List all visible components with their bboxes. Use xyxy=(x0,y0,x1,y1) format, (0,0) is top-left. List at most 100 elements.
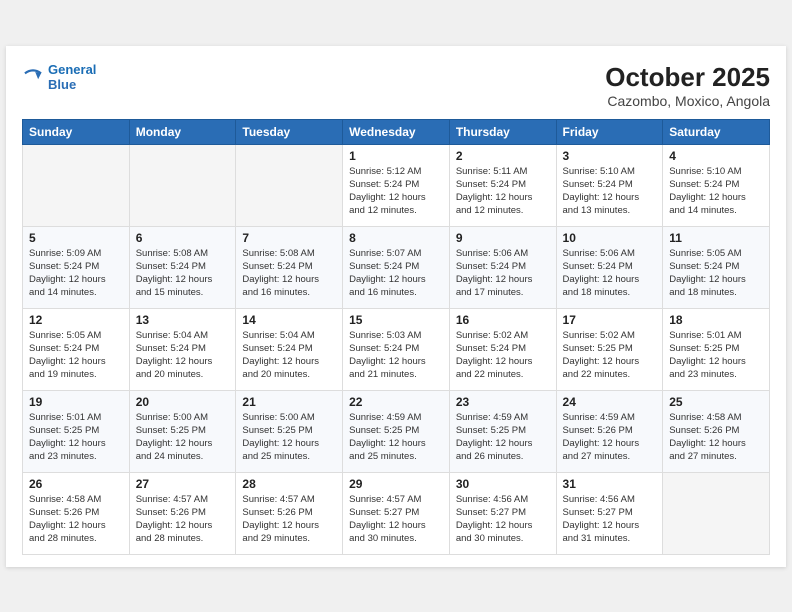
day-number: 26 xyxy=(29,477,123,491)
day-number: 27 xyxy=(136,477,230,491)
day-number: 30 xyxy=(456,477,550,491)
calendar-cell: 17 Sunrise: 5:02 AMSunset: 5:25 PMDayligh… xyxy=(556,308,663,390)
calendar-cell: 15 Sunrise: 5:03 AMSunset: 5:24 PMDayligh… xyxy=(343,308,450,390)
day-number: 18 xyxy=(669,313,763,327)
calendar-cell: 9 Sunrise: 5:06 AMSunset: 5:24 PMDaylight… xyxy=(449,226,556,308)
day-info: Sunrise: 4:59 AMSunset: 5:26 PMDaylight:… xyxy=(563,411,657,464)
day-info: Sunrise: 5:02 AMSunset: 5:24 PMDaylight:… xyxy=(456,329,550,382)
day-number: 14 xyxy=(242,313,336,327)
day-info: Sunrise: 5:03 AMSunset: 5:24 PMDaylight:… xyxy=(349,329,443,382)
day-number: 23 xyxy=(456,395,550,409)
day-number: 8 xyxy=(349,231,443,245)
day-number: 3 xyxy=(563,149,657,163)
day-info: Sunrise: 4:56 AMSunset: 5:27 PMDaylight:… xyxy=(563,493,657,546)
day-number: 31 xyxy=(563,477,657,491)
calendar-table: SundayMondayTuesdayWednesdayThursdayFrid… xyxy=(22,119,770,555)
calendar-cell: 25Sunrise: 4:58 AMSunset: 5:26 PMDayligh… xyxy=(663,390,770,472)
day-number: 11 xyxy=(669,231,763,245)
day-info: Sunrise: 5:09 AMSunset: 5:24 PMDaylight:… xyxy=(29,247,123,300)
calendar-cell: 29 Sunrise: 4:57 AMSunset: 5:27 PMDayligh… xyxy=(343,472,450,554)
day-number: 17 xyxy=(563,313,657,327)
day-number: 24 xyxy=(563,395,657,409)
day-number: 6 xyxy=(136,231,230,245)
day-info: Sunrise: 5:04 AMSunset: 5:24 PMDaylight:… xyxy=(242,329,336,382)
day-info: Sunrise: 5:12 AMSunset: 5:24 PMDaylight:… xyxy=(349,165,443,218)
calendar-cell: 1 Sunrise: 5:12 AMSunset: 5:24 PMDaylight… xyxy=(343,144,450,226)
calendar-cell: 16 Sunrise: 5:02 AMSunset: 5:24 PMDayligh… xyxy=(449,308,556,390)
calendar-cell: 13 Sunrise: 5:04 AMSunset: 5:24 PMDayligh… xyxy=(129,308,236,390)
day-info: Sunrise: 5:00 AMSunset: 5:25 PMDaylight:… xyxy=(136,411,230,464)
header-day-saturday: Saturday xyxy=(663,119,770,144)
logo-line2: Blue xyxy=(48,77,76,92)
calendar-cell: 7Sunrise: 5:08 AMSunset: 5:24 PMDaylight… xyxy=(236,226,343,308)
day-number: 29 xyxy=(349,477,443,491)
week-row-1: 1 Sunrise: 5:12 AMSunset: 5:24 PMDaylight… xyxy=(23,144,770,226)
week-row-5: 26 Sunrise: 4:58 AMSunset: 5:26 PMDayligh… xyxy=(23,472,770,554)
calendar-cell: 12Sunrise: 5:05 AMSunset: 5:24 PMDayligh… xyxy=(23,308,130,390)
calendar-cell: 8Sunrise: 5:07 AMSunset: 5:24 PMDaylight… xyxy=(343,226,450,308)
day-number: 1 xyxy=(349,149,443,163)
logo-text: General Blue xyxy=(48,62,96,93)
day-info: Sunrise: 5:08 AMSunset: 5:24 PMDaylight:… xyxy=(136,247,230,300)
calendar-cell xyxy=(663,472,770,554)
day-info: Sunrise: 4:57 AMSunset: 5:26 PMDaylight:… xyxy=(136,493,230,546)
calendar-cell: 26 Sunrise: 4:58 AMSunset: 5:26 PMDayligh… xyxy=(23,472,130,554)
day-info: Sunrise: 4:57 AMSunset: 5:27 PMDaylight:… xyxy=(349,493,443,546)
day-info: Sunrise: 5:05 AMSunset: 5:24 PMDaylight:… xyxy=(669,247,763,300)
week-row-3: 12Sunrise: 5:05 AMSunset: 5:24 PMDayligh… xyxy=(23,308,770,390)
calendar-cell: 19 Sunrise: 5:01 AMSunset: 5:25 PMDayligh… xyxy=(23,390,130,472)
day-info: Sunrise: 4:59 AMSunset: 5:25 PMDaylight:… xyxy=(349,411,443,464)
day-number: 16 xyxy=(456,313,550,327)
day-info: Sunrise: 5:08 AMSunset: 5:24 PMDaylight:… xyxy=(242,247,336,300)
day-number: 4 xyxy=(669,149,763,163)
day-number: 20 xyxy=(136,395,230,409)
day-info: Sunrise: 5:04 AMSunset: 5:24 PMDaylight:… xyxy=(136,329,230,382)
day-info: Sunrise: 4:57 AMSunset: 5:26 PMDaylight:… xyxy=(242,493,336,546)
calendar-cell: 27 Sunrise: 4:57 AMSunset: 5:26 PMDayligh… xyxy=(129,472,236,554)
day-number: 5 xyxy=(29,231,123,245)
day-number: 25 xyxy=(669,395,763,409)
week-row-4: 19 Sunrise: 5:01 AMSunset: 5:25 PMDayligh… xyxy=(23,390,770,472)
calendar-cell: 30 Sunrise: 4:56 AMSunset: 5:27 PMDayligh… xyxy=(449,472,556,554)
calendar-cell: 3 Sunrise: 5:10 AMSunset: 5:24 PMDaylight… xyxy=(556,144,663,226)
calendar-cell xyxy=(23,144,130,226)
calendar-cell xyxy=(129,144,236,226)
title-block: October 2025 Cazombo, Moxico, Angola xyxy=(605,62,770,109)
calendar-cell: 31 Sunrise: 4:56 AMSunset: 5:27 PMDayligh… xyxy=(556,472,663,554)
day-info: Sunrise: 4:56 AMSunset: 5:27 PMDaylight:… xyxy=(456,493,550,546)
day-number: 28 xyxy=(242,477,336,491)
day-info: Sunrise: 5:02 AMSunset: 5:25 PMDaylight:… xyxy=(563,329,657,382)
calendar-cell: 23Sunrise: 4:59 AMSunset: 5:25 PMDayligh… xyxy=(449,390,556,472)
day-info: Sunrise: 5:05 AMSunset: 5:24 PMDaylight:… xyxy=(29,329,123,382)
day-number: 21 xyxy=(242,395,336,409)
calendar-container: General Blue October 2025 Cazombo, Moxic… xyxy=(6,46,786,567)
day-number: 22 xyxy=(349,395,443,409)
calendar-cell: 28 Sunrise: 4:57 AMSunset: 5:26 PMDayligh… xyxy=(236,472,343,554)
header-day-thursday: Thursday xyxy=(449,119,556,144)
day-number: 19 xyxy=(29,395,123,409)
calendar-cell xyxy=(236,144,343,226)
calendar-cell: 22 Sunrise: 4:59 AMSunset: 5:25 PMDayligh… xyxy=(343,390,450,472)
day-info: Sunrise: 5:06 AMSunset: 5:24 PMDaylight:… xyxy=(456,247,550,300)
header-row-days: SundayMondayTuesdayWednesdayThursdayFrid… xyxy=(23,119,770,144)
day-info: Sunrise: 5:10 AMSunset: 5:24 PMDaylight:… xyxy=(669,165,763,218)
header-day-friday: Friday xyxy=(556,119,663,144)
header-day-monday: Monday xyxy=(129,119,236,144)
calendar-cell: 20 Sunrise: 5:00 AMSunset: 5:25 PMDayligh… xyxy=(129,390,236,472)
day-info: Sunrise: 4:58 AMSunset: 5:26 PMDaylight:… xyxy=(29,493,123,546)
calendar-cell: 2Sunrise: 5:11 AMSunset: 5:24 PMDaylight… xyxy=(449,144,556,226)
day-number: 9 xyxy=(456,231,550,245)
calendar-cell: 5 Sunrise: 5:09 AMSunset: 5:24 PMDaylight… xyxy=(23,226,130,308)
calendar-subtitle: Cazombo, Moxico, Angola xyxy=(605,93,770,109)
calendar-cell: 14 Sunrise: 5:04 AMSunset: 5:24 PMDayligh… xyxy=(236,308,343,390)
week-row-2: 5 Sunrise: 5:09 AMSunset: 5:24 PMDaylight… xyxy=(23,226,770,308)
day-info: Sunrise: 5:06 AMSunset: 5:24 PMDaylight:… xyxy=(563,247,657,300)
day-info: Sunrise: 5:00 AMSunset: 5:25 PMDaylight:… xyxy=(242,411,336,464)
calendar-cell: 24 Sunrise: 4:59 AMSunset: 5:26 PMDayligh… xyxy=(556,390,663,472)
day-info: Sunrise: 5:10 AMSunset: 5:24 PMDaylight:… xyxy=(563,165,657,218)
day-number: 15 xyxy=(349,313,443,327)
day-number: 13 xyxy=(136,313,230,327)
calendar-cell: 4 Sunrise: 5:10 AMSunset: 5:24 PMDaylight… xyxy=(663,144,770,226)
logo: General Blue xyxy=(22,62,96,93)
day-info: Sunrise: 5:01 AMSunset: 5:25 PMDaylight:… xyxy=(29,411,123,464)
